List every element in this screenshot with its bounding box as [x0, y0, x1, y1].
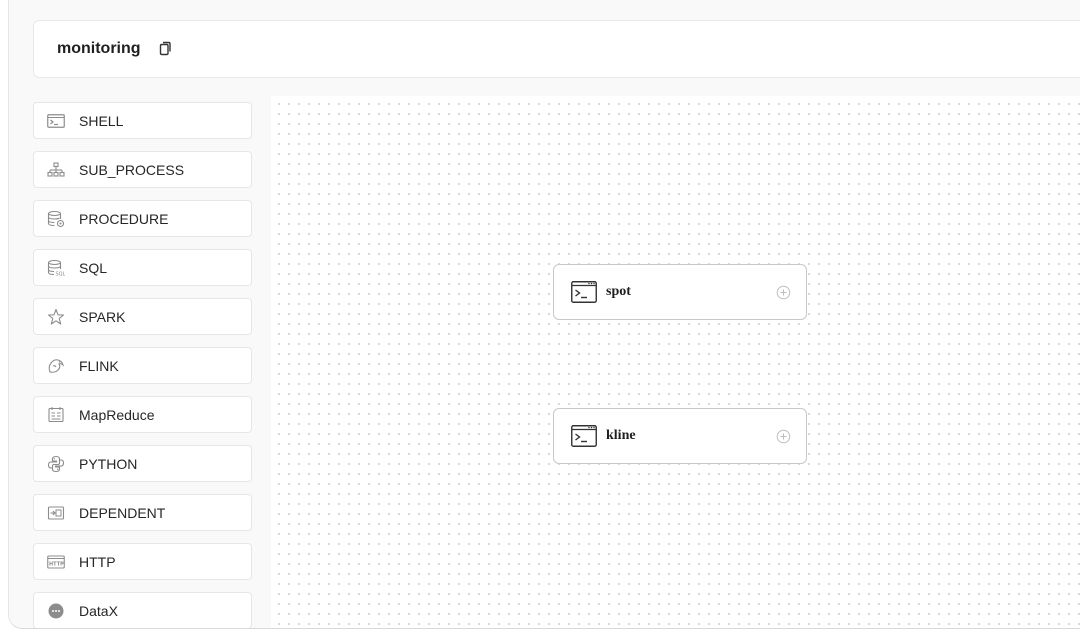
toolbox-item-spark[interactable]: SPARK: [33, 298, 252, 335]
toolbox-item-label: SUB_PROCESS: [79, 161, 185, 178]
toolbox-item-label: DEPENDENT: [79, 504, 166, 521]
database-gear-icon: [47, 210, 65, 228]
flink-squirrel-icon: [47, 357, 65, 375]
toolbox-item-label: DataX: [79, 602, 118, 619]
http-icon: HTTP: [47, 553, 65, 571]
toolbox-item-label: FLINK: [79, 357, 119, 374]
terminal-icon: [571, 281, 597, 303]
toolbox-item-label: PROCEDURE: [79, 210, 169, 227]
dag-node-kline[interactable]: kline: [553, 408, 807, 464]
workflow-title: monitoring: [57, 40, 141, 57]
dag-canvas[interactable]: spot kline: [271, 96, 1080, 628]
database-sql-icon: SQL: [47, 259, 65, 277]
toolbox-item-procedure[interactable]: PROCEDURE: [33, 200, 252, 237]
dag-node-label: spot: [606, 284, 631, 299]
dag-node-label: kline: [606, 428, 636, 443]
toolbox-item-shell[interactable]: SHELL: [33, 102, 252, 139]
workflow-editor: monitoring SHELL SUB_PROCESS PROCEDURE S…: [8, 0, 1080, 629]
python-icon: [47, 455, 65, 473]
toolbox-item-datax[interactable]: DataX: [33, 592, 252, 628]
toolbox-item-mapreduce[interactable]: MapReduce: [33, 396, 252, 433]
add-circle-icon[interactable]: [776, 285, 791, 300]
spark-star-icon: [47, 308, 65, 326]
toolbox-item-sub-process[interactable]: SUB_PROCESS: [33, 151, 252, 188]
toolbox-item-label: MapReduce: [79, 406, 155, 423]
toolbox-item-http[interactable]: HTTP HTTP: [33, 543, 252, 580]
hierarchy-icon: [47, 161, 65, 179]
add-circle-icon[interactable]: [776, 429, 791, 444]
copy-icon[interactable]: [158, 41, 172, 57]
datax-icon: [47, 602, 65, 620]
workflow-header: monitoring: [33, 20, 1080, 78]
terminal-icon: [47, 112, 65, 130]
toolbox-item-label: PYTHON: [79, 455, 138, 472]
toolbox-item-sql[interactable]: SQL SQL: [33, 249, 252, 286]
terminal-icon: [571, 425, 597, 447]
toolbox-item-label: HTTP: [79, 553, 116, 570]
toolbox-item-flink[interactable]: FLINK: [33, 347, 252, 384]
toolbox-item-dependent[interactable]: DEPENDENT: [33, 494, 252, 531]
toolbox-item-label: SQL: [79, 259, 108, 276]
mapreduce-icon: [47, 406, 65, 424]
svg-text:SQL: SQL: [56, 271, 66, 277]
dependent-icon: [47, 504, 65, 522]
toolbox-item-python[interactable]: PYTHON: [33, 445, 252, 482]
toolbox-item-label: SPARK: [79, 308, 126, 325]
toolbox-item-label: SHELL: [79, 112, 124, 129]
dag-node-spot[interactable]: spot: [553, 264, 807, 320]
svg-text:HTTP: HTTP: [49, 561, 64, 567]
